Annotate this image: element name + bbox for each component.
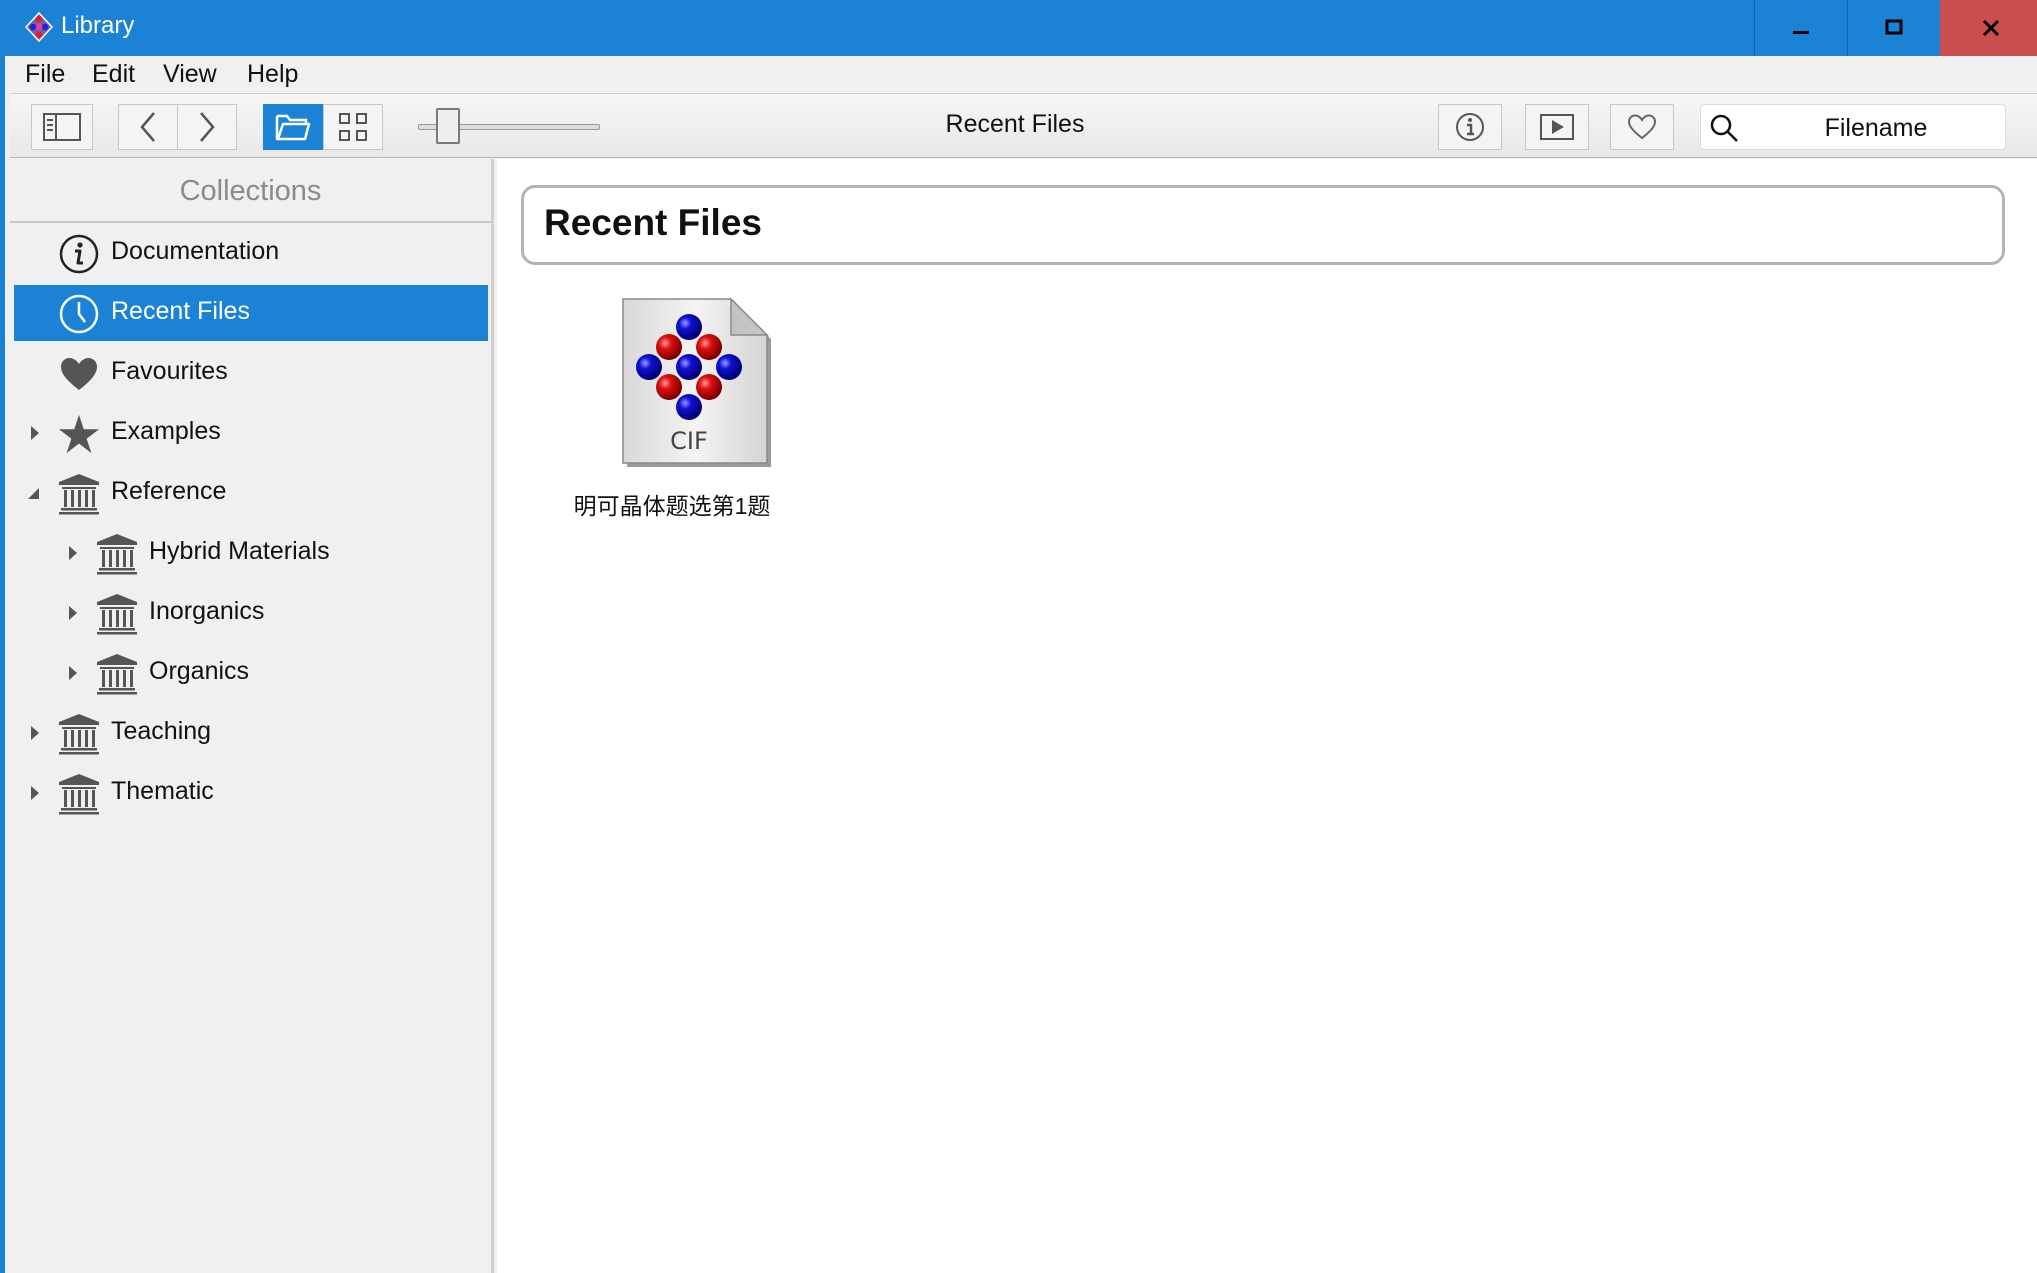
favourite-button[interactable] xyxy=(1610,104,1674,150)
star-icon xyxy=(58,413,100,455)
info-icon xyxy=(58,233,100,275)
collapse-arrow-icon[interactable] xyxy=(25,483,41,503)
sidebar-item-favourites[interactable]: Favourites xyxy=(14,345,488,401)
chevron-right-icon xyxy=(200,112,215,142)
sidebar-item-examples[interactable]: Examples xyxy=(14,405,488,461)
toolbar: Recent Files xyxy=(10,94,2037,158)
search-icon xyxy=(1710,114,1738,142)
sidebar-item-reference[interactable]: Reference xyxy=(14,465,488,521)
library-icon xyxy=(96,533,138,575)
collections-header: Collections xyxy=(10,159,491,223)
expand-arrow-icon[interactable] xyxy=(65,603,81,623)
search-input[interactable] xyxy=(1751,111,2001,145)
expand-arrow-icon[interactable] xyxy=(27,783,43,803)
sidebar-item-label: Teaching xyxy=(111,717,212,745)
library-icon xyxy=(96,593,138,635)
library-icon xyxy=(58,473,100,515)
minimize-button[interactable] xyxy=(1754,0,1847,56)
library-icon xyxy=(96,653,138,695)
menu-help[interactable]: Help xyxy=(247,60,298,89)
sidebar-icon xyxy=(43,113,81,141)
window-title: Library xyxy=(61,12,135,39)
maximize-icon xyxy=(1885,19,1903,35)
back-button[interactable] xyxy=(118,104,178,150)
content-header: Recent Files xyxy=(521,185,2005,265)
sidebar-item-label: Examples xyxy=(111,417,221,445)
chevron-left-icon xyxy=(140,112,155,142)
library-icon xyxy=(58,713,100,755)
minimize-icon xyxy=(1793,31,1809,34)
sidebar-item-label: Recent Files xyxy=(111,297,250,325)
expand-arrow-icon[interactable] xyxy=(27,723,43,743)
menu-edit[interactable]: Edit xyxy=(92,60,135,89)
forward-button[interactable] xyxy=(177,104,237,150)
heart-icon xyxy=(58,353,100,395)
main-content: Recent Files CIF 明可晶体题选第1题 xyxy=(497,159,2037,1273)
file-name: 明可晶体题选第1题 xyxy=(573,493,771,519)
cif-file-icon: CIF xyxy=(622,297,771,467)
maximize-button[interactable] xyxy=(1847,0,1940,56)
library-window: Library File Edit View Help Recent Files… xyxy=(0,0,2037,1273)
folder-view-button[interactable] xyxy=(263,104,323,150)
zoom-slider-thumb[interactable] xyxy=(436,108,460,144)
collections-sidebar: Collections Documentation Recent Files F… xyxy=(10,159,494,1273)
sidebar-item-recent-files[interactable]: Recent Files xyxy=(14,285,488,341)
heart-outline-icon xyxy=(1627,114,1657,140)
expand-arrow-icon[interactable] xyxy=(65,543,81,563)
info-icon xyxy=(1456,113,1484,141)
sidebar-item-inorganics[interactable]: Inorganics xyxy=(14,585,488,641)
sidebar-item-documentation[interactable]: Documentation xyxy=(14,225,488,281)
sidebar-item-label: Reference xyxy=(111,477,227,505)
sidebar-item-hybrid-materials[interactable]: Hybrid Materials xyxy=(14,525,488,581)
sidebar-item-organics[interactable]: Organics xyxy=(14,645,488,701)
close-icon xyxy=(1982,19,2000,37)
play-button[interactable] xyxy=(1525,104,1589,150)
menu-file[interactable]: File xyxy=(25,60,65,89)
toolbar-title: Recent Files xyxy=(945,110,1085,138)
sidebar-item-thematic[interactable]: Thematic xyxy=(14,765,488,821)
sidebar-item-label: Favourites xyxy=(111,357,228,385)
info-button[interactable] xyxy=(1438,104,1502,150)
sidebar-item-label: Documentation xyxy=(111,237,280,265)
sidebar-item-label: Organics xyxy=(149,657,250,685)
expand-arrow-icon[interactable] xyxy=(65,663,81,683)
app-icon xyxy=(24,11,54,43)
menu-bar: File Edit View Help xyxy=(10,56,2037,94)
sidebar-item-label: Hybrid Materials xyxy=(149,537,330,565)
expand-arrow-icon[interactable] xyxy=(27,423,43,443)
page-title: Recent Files xyxy=(544,202,762,243)
grid-icon xyxy=(339,113,367,141)
grid-view-button[interactable] xyxy=(323,104,383,150)
sidebar-item-label: Inorganics xyxy=(149,597,265,625)
clock-icon xyxy=(58,293,100,335)
search-field[interactable] xyxy=(1700,104,2006,150)
folder-icon xyxy=(275,114,311,141)
play-icon xyxy=(1540,114,1574,140)
library-icon xyxy=(58,773,100,815)
close-button[interactable] xyxy=(1940,0,2037,56)
toggle-sidebar-button[interactable] xyxy=(31,104,93,150)
sidebar-item-teaching[interactable]: Teaching xyxy=(14,705,488,761)
menu-view[interactable]: View xyxy=(163,60,217,89)
sidebar-item-label: Thematic xyxy=(111,777,214,805)
file-type-badge: CIF xyxy=(670,427,708,455)
file-item[interactable]: CIF 明可晶体题选第1题 xyxy=(557,291,787,531)
title-bar: Library xyxy=(5,0,2037,56)
